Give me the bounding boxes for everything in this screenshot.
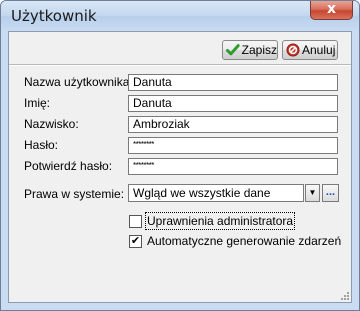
- password-label: Hasło:: [24, 138, 59, 152]
- checkmark-icon: [226, 44, 240, 56]
- username-label: Nazwa użytkownika:: [24, 75, 133, 89]
- dialog-body: Zapisz Anuluj Nazwa użytkownika: Danuta …: [8, 31, 352, 303]
- rights-label: Prawa w systemie:: [24, 187, 125, 201]
- checkmark-icon: ✔: [130, 235, 141, 247]
- username-field[interactable]: Danuta: [128, 74, 338, 91]
- autoevents-checkbox[interactable]: ✔: [129, 235, 142, 248]
- cancel-button[interactable]: Anuluj: [282, 40, 338, 60]
- password-field[interactable]: ********: [128, 137, 338, 154]
- rights-dropdown-button[interactable]: ▼: [305, 184, 320, 202]
- rights-more-button[interactable]: ...: [322, 184, 339, 202]
- resize-grip-icon[interactable]: [340, 291, 350, 301]
- rights-select[interactable]: Wgląd we wszystkie dane: [128, 184, 304, 202]
- password-confirm-label: Potwierdź hasło:: [24, 159, 113, 173]
- save-button-label: Zapisz: [241, 43, 277, 57]
- ellipsis-icon: ...: [325, 186, 336, 198]
- cancel-button-label: Anuluj: [302, 43, 336, 57]
- autoevents-checkbox-label[interactable]: Automatyczne generowanie zdarzeń: [147, 234, 341, 248]
- save-button[interactable]: Zapisz: [222, 40, 278, 60]
- firstname-label: Imię:: [24, 96, 51, 110]
- title-bar[interactable]: Użytkownik x: [1, 1, 359, 31]
- lastname-field[interactable]: Ambroziak: [128, 116, 338, 133]
- admin-checkbox-label[interactable]: Uprawnienia administratora: [144, 212, 296, 230]
- cancel-circle-icon: [286, 43, 300, 57]
- toolbar-divider: [9, 64, 351, 66]
- close-button[interactable]: x: [310, 1, 353, 20]
- window-title: Użytkownik: [11, 7, 97, 25]
- password-confirm-field[interactable]: ********: [128, 158, 338, 175]
- chevron-down-icon: ▼: [308, 188, 317, 197]
- lastname-label: Nazwisko:: [24, 117, 79, 131]
- close-icon: x: [326, 1, 337, 17]
- admin-checkbox[interactable]: [129, 215, 142, 228]
- firstname-field[interactable]: Danuta: [128, 95, 338, 112]
- dialog-window: Użytkownik x Zapisz Anuluj Nazwa użytkow…: [0, 0, 360, 311]
